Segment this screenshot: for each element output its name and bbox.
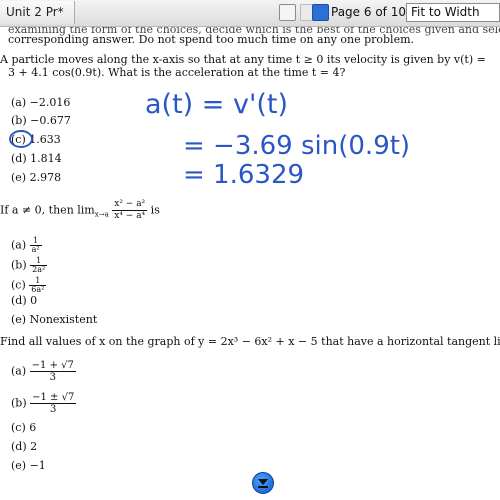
q2-choice-c-label: (c)	[11, 278, 26, 292]
q3-choice-c: (c) 6	[11, 421, 37, 434]
q3-choice-d: (d) 2	[11, 440, 38, 453]
q2-prefix: If a ≠ 0, then lim	[0, 203, 95, 217]
q2-denominator: x⁴ − a⁴	[114, 211, 146, 221]
circled-answer-mark	[9, 130, 33, 148]
q2-choice-b-fraction: 1 2a²	[30, 257, 48, 274]
zoom-select[interactable]: Fit to Width	[406, 3, 500, 22]
viewer-toolbar: Unit 2 Pr* Page 6 of 10 Fit to Width	[0, 0, 500, 27]
q3-text: Find all values of x on the graph of y =…	[0, 335, 500, 348]
q3-choice-b: (b) −1 ± √7 3	[11, 392, 77, 415]
q2-limit-subscript: x→a	[94, 210, 109, 219]
q3-choice-a-label: (a)	[11, 364, 27, 378]
q3-choice-b-den: 3	[50, 404, 57, 415]
q2-question: If a ≠ 0, then limx→a x² − a² x⁴ − a⁴ is	[0, 199, 160, 222]
q3-choice-b-label: (b)	[11, 396, 27, 410]
q2-numerator: x² − a²	[112, 199, 148, 211]
q2-choice-c-den: 6a²	[31, 285, 45, 294]
q2-choice-b-label: (b)	[11, 258, 27, 272]
q3-choice-a-fraction: −1 + √7 3	[29, 360, 76, 383]
page-indicator: Page 6 of 10	[331, 5, 406, 19]
q3-choice-a: (a) −1 + √7 3	[11, 360, 76, 383]
document-title-tab[interactable]: Unit 2 Pr*	[0, 1, 75, 24]
q2-choice-a-den: a²	[31, 245, 40, 254]
q2-choice-c-fraction: 1 6a²	[29, 277, 47, 294]
q2-choice-b-den: 2a²	[32, 265, 46, 274]
print-icon[interactable]	[279, 4, 296, 21]
handwriting-layer: a(t) = v'(t) = −3.69 sin(0.9t) = 1.6329	[9, 89, 410, 190]
q2-choice-a: (a) 1 a²	[11, 237, 42, 254]
chevron-down-icon	[258, 479, 268, 488]
page-down-icon[interactable]	[312, 4, 329, 21]
q2-choice-e: (e) Nonexistent	[11, 313, 98, 326]
document-page: examining the form of the choices, decid…	[0, 27, 500, 500]
handwritten-line-2: = −3.69 sin(0.9t)	[183, 131, 410, 161]
scroll-down-button[interactable]	[252, 472, 274, 494]
q2-fraction: x² − a² x⁴ − a⁴	[112, 199, 148, 222]
handwritten-line-1: a(t) = v'(t)	[145, 89, 288, 120]
q2-choice-a-fraction: 1 a²	[29, 237, 42, 254]
q3-choice-b-fraction: −1 ± √7 3	[30, 392, 77, 415]
q3-choice-a-num: −1 + √7	[29, 360, 76, 372]
q3-choice-b-num: −1 ± √7	[30, 392, 77, 404]
q2-choice-c: (c) 1 6a²	[11, 277, 47, 294]
q2-suffix: is	[150, 203, 160, 217]
q2-choice-b: (b) 1 2a²	[11, 257, 48, 274]
handwritten-line-3: = 1.6329	[183, 160, 304, 190]
q2-choice-a-label: (a)	[11, 238, 27, 252]
q2-choice-d: (d) 0	[11, 294, 38, 307]
q3-choice-e: (e) −1	[11, 459, 46, 472]
q3-choice-a-den: 3	[49, 372, 56, 383]
